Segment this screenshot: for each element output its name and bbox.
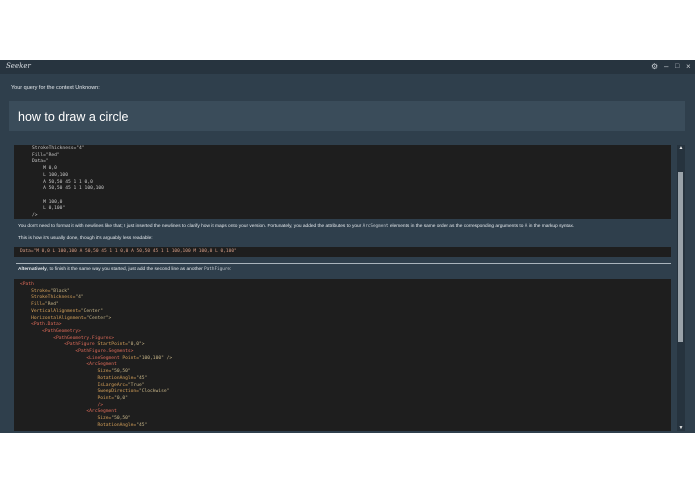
xml-value: "50,50" <box>111 416 131 422</box>
code-block[interactable]: StrokeThickness="4" Fill="Red" Data=" M 0,… <box>14 145 671 219</box>
code-line: Fill="Red" <box>32 152 60 158</box>
code-line: M 100,0 <box>32 199 63 205</box>
xml-value: "True" <box>127 382 145 388</box>
code-line: StrokeThickness="4" <box>20 295 671 302</box>
code-line: /> <box>20 403 671 410</box>
code-line: Size="50,50" <box>20 369 671 376</box>
xml-attribute: RotationAngle= <box>97 375 137 381</box>
code-line: Stroke="Black" <box>20 289 671 296</box>
code-line: A 50,50 45 1 1 0,0 <box>32 179 93 185</box>
code-line[interactable]: Data="M 0,0 L 100,100 A 50,50 45 1 1 0,0… <box>14 247 671 257</box>
app-logo: Seeker <box>6 62 31 70</box>
close-icon[interactable]: × <box>686 61 691 73</box>
xml-value: "0,0" <box>114 395 128 401</box>
code-line: <PathGeometry> <box>20 329 671 336</box>
answer-content[interactable]: StrokeThickness="4" Fill="Red" Data=" M 0,… <box>14 145 674 431</box>
xml-tag: <ArcSegment <box>86 409 117 415</box>
xml-value: "Center"> <box>86 315 112 321</box>
code-line: StrokeThickness="4" <box>32 146 85 151</box>
xml-attribute: Point= <box>97 395 115 401</box>
bold-text: Alternatively <box>18 267 47 272</box>
xml-attribute: Fill= <box>31 302 45 308</box>
xml-value: "0,0"> <box>127 342 145 348</box>
settings-gear-icon[interactable]: ⚙ <box>651 61 658 73</box>
inline-code: PathFigure <box>204 267 230 272</box>
code-line: RotationAngle="45" <box>20 423 671 430</box>
inline-code: ArcSegment <box>362 224 389 229</box>
xml-attribute: Size= <box>97 369 112 375</box>
paragraph-text: : <box>230 267 232 272</box>
query-box[interactable]: how to draw a circle <box>9 101 685 131</box>
code-line: L 0,100" <box>32 206 66 212</box>
code-line: <PathFigure.Segments> <box>20 349 671 356</box>
scroll-down-arrow-icon[interactable]: ▼ <box>677 425 685 431</box>
minimize-icon[interactable]: – <box>664 61 668 73</box>
code-line: /> <box>32 213 38 219</box>
answer-paragraph: Alternatively, to finish it the same way… <box>18 267 231 272</box>
xml-value: "45" <box>136 375 148 381</box>
code-line: Data=" <box>32 159 49 165</box>
xml-tag: <PathGeometry> <box>42 328 81 334</box>
paragraph-text: You don't need to format it with newline… <box>18 224 363 229</box>
xml-tag: <PathFigure.Segments> <box>75 349 134 355</box>
code-line: <Path <box>20 282 671 289</box>
code-line: Point="0,0" <box>20 396 671 403</box>
paragraph-text: , to finish it the same way you started,… <box>46 267 205 272</box>
xml-value: "50,50" <box>111 369 131 375</box>
code-line: VerticalAlignment="Center" <box>20 309 671 316</box>
code-line: RotationAngle="45" <box>20 376 671 383</box>
code-line: M 0,0 <box>32 166 57 172</box>
query-context-label: Your query for the context Unknown: <box>11 85 100 91</box>
divider <box>16 263 671 264</box>
xml-code-block[interactable]: <Path Stroke="Black" StrokeThickness="4"… <box>14 279 671 431</box>
xml-tag: /> <box>97 402 103 408</box>
xml-tag: <Path <box>20 282 34 287</box>
code-line: HorizontalAlignment="Center"> <box>20 316 671 323</box>
code-line: SweepDirection="Clockwise" <box>20 389 671 396</box>
xml-value: "Black" <box>50 288 70 294</box>
xml-value: "Red" <box>44 302 59 308</box>
code-line: L 100,100 <box>32 172 68 178</box>
xml-attribute: Stroke= <box>31 288 51 294</box>
paragraph-text: in the markup syntax. <box>527 224 575 229</box>
xml-tag: <ArcSegment <box>86 362 117 368</box>
xml-value: "4" <box>75 295 84 301</box>
xml-attribute: SweepDirection= <box>97 389 139 395</box>
xml-attribute: HorizontalAlignment= <box>31 315 87 321</box>
xml-tag: <Path.Data> <box>31 322 62 328</box>
scroll-up-arrow-icon[interactable]: ▲ <box>677 145 685 151</box>
code-line: <Path.Data> <box>20 322 671 329</box>
xml-value: "Center" <box>80 308 104 314</box>
code-line: Size="50,50" <box>20 416 671 423</box>
xml-attribute: Size= <box>97 416 112 422</box>
xml-tag: <LineSegment <box>86 355 123 361</box>
xml-attribute: StrokeThickness= <box>31 295 76 301</box>
xml-attribute: StartPoint= <box>97 342 128 348</box>
xml-attribute: Point= <box>122 355 139 361</box>
app-window: Seeker ⚙ – □ × Your query for the contex… <box>0 60 695 433</box>
xml-attribute: RotationAngle= <box>97 422 137 428</box>
code-line: <LineSegment Point="100,100" /> <box>20 356 671 363</box>
xml-value: "Clockwise" <box>138 389 170 395</box>
answer-paragraph: You don't need to format it with newline… <box>18 224 574 229</box>
xml-value: "45" <box>136 422 148 428</box>
xml-attribute: IsLargeArc= <box>97 382 128 388</box>
code-line: Fill="Red" <box>20 302 671 309</box>
xml-value: "100,100" /> <box>138 355 173 361</box>
maximize-icon[interactable]: □ <box>675 61 679 73</box>
query-text[interactable]: how to draw a circle <box>18 110 128 124</box>
code-line: A 50,50 45 1 1 100,100 <box>32 186 104 192</box>
paragraph-text: elements in the same order as the corres… <box>388 224 525 229</box>
scrollbar-thumb[interactable] <box>678 172 683 342</box>
title-bar[interactable]: Seeker ⚙ – □ × <box>0 60 695 74</box>
answer-paragraph: This is how it's usually done, though it… <box>18 236 153 241</box>
xml-tag: <PathGeometry.Figures> <box>53 335 115 341</box>
xml-tag: <PathFigure <box>64 342 98 348</box>
xml-attribute: VerticalAlignment= <box>31 308 81 314</box>
